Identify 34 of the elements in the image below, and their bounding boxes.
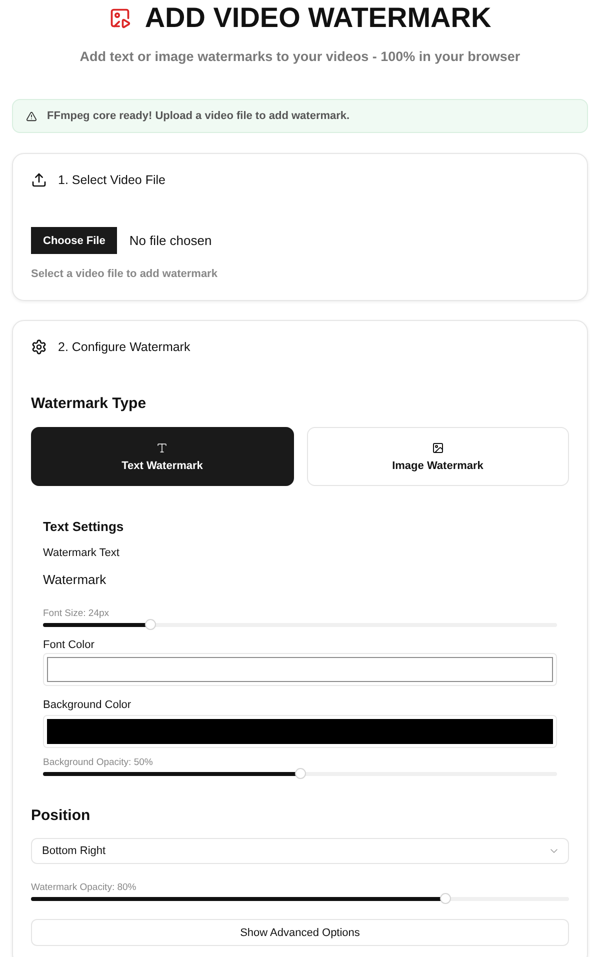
page-title: ADD VIDEO WATERMARK <box>144 1 492 35</box>
section-heading: Watermark Type <box>31 394 148 414</box>
slider-thumb[interactable] <box>294 768 306 779</box>
card-title: 1. Select Video File <box>58 173 166 187</box>
watermark-text-input[interactable]: Watermark <box>43 567 557 591</box>
watermark-type-button[interactable]: Image Watermark <box>306 427 569 486</box>
page-subtitle: Add text or image watermarks to your videos - 100% in your browser <box>78 48 522 66</box>
image-play-icon <box>108 7 131 29</box>
advanced-options-button[interactable]: Show Advanced Options <box>31 919 569 946</box>
settings-icon <box>31 339 47 355</box>
watermark-opacity-slider[interactable] <box>31 893 569 904</box>
warning-icon <box>26 110 37 122</box>
file-hint-text: Select a video file to add watermark <box>31 267 218 281</box>
card-title: 2. Configure Watermark <box>58 340 190 354</box>
background-opacity-slider[interactable] <box>43 768 557 779</box>
section-heading: Position <box>31 806 92 826</box>
text-type-icon <box>156 442 168 454</box>
file-status-text: No file chosen <box>129 233 212 248</box>
upload-icon <box>31 172 47 188</box>
choose-file-button[interactable]: Choose File <box>31 227 118 254</box>
field-label: Font Color <box>43 638 96 652</box>
alert-text: FFmpeg core ready! Upload a video file to add watermark. <box>47 110 350 122</box>
slider-thumb[interactable] <box>145 619 156 630</box>
font-size-slider[interactable] <box>43 619 557 630</box>
slider-label: Font Size: 24px <box>43 608 110 619</box>
subsection-heading: Text Settings <box>43 518 125 536</box>
watermark-type-button[interactable]: Text Watermark <box>31 427 294 486</box>
slider-label: Watermark Opacity: 80% <box>31 882 138 893</box>
field-label: Background Color <box>43 698 132 712</box>
slider-thumb[interactable] <box>440 893 451 904</box>
slider-label: Background Opacity: 50% <box>43 757 154 768</box>
position-select[interactable]: Bottom Right <box>31 838 569 864</box>
image-icon <box>432 442 444 454</box>
field-label: Watermark Text <box>43 546 120 560</box>
